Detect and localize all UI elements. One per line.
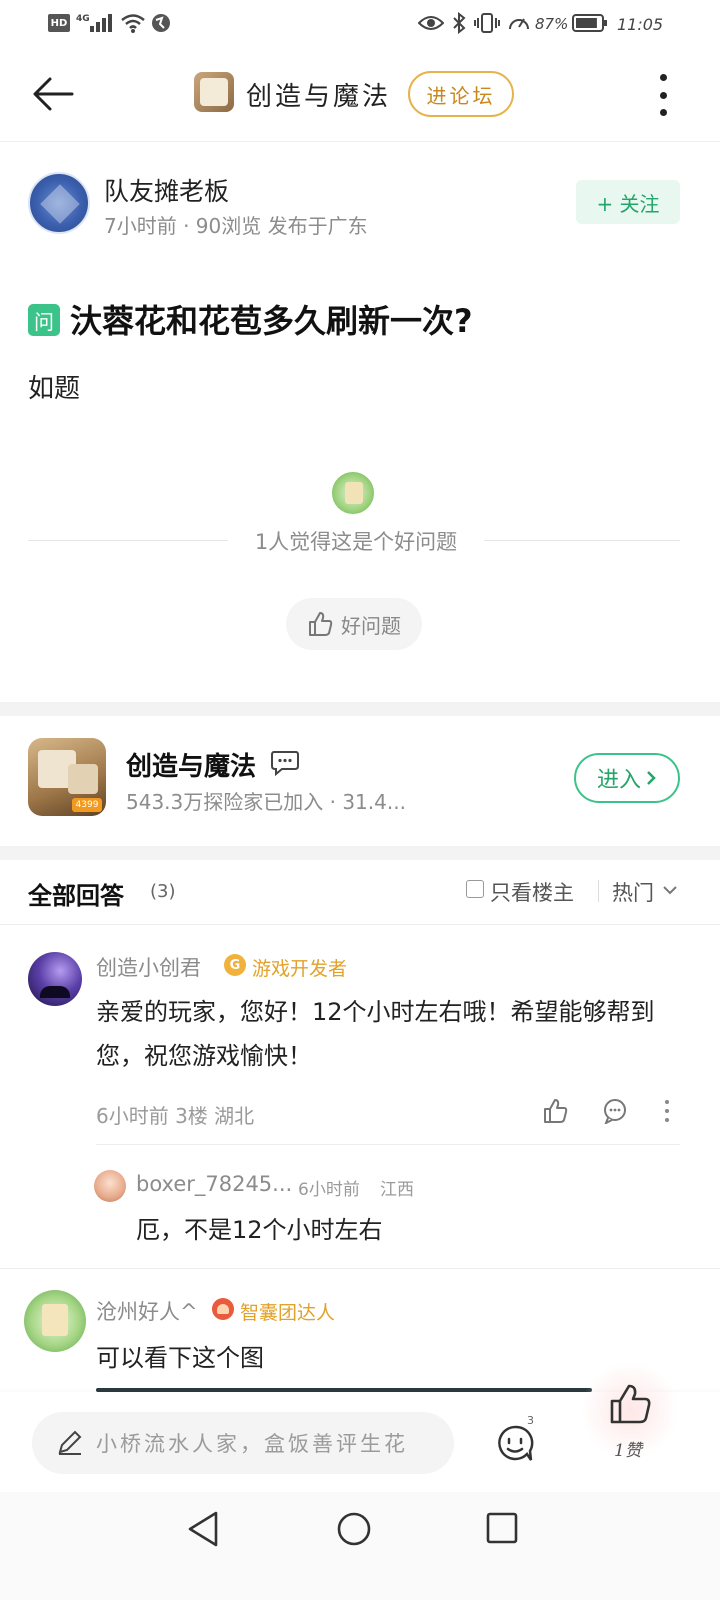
answer-text: 可以看下这个图 — [96, 1344, 264, 1372]
battery-percent: 87% — [535, 15, 569, 33]
thumbs-up-icon[interactable] — [608, 1382, 652, 1426]
question-tag: 问 — [28, 304, 60, 336]
comment-count: 3 — [527, 1414, 534, 1427]
back-arrow-icon[interactable] — [30, 74, 76, 114]
game-icon-badge: 4399 — [72, 798, 102, 812]
game-name[interactable]: 创造与魔法 — [126, 746, 256, 783]
system-back-icon[interactable] — [186, 1510, 220, 1548]
good-question-count: 1人觉得这是个好问题 — [254, 530, 458, 554]
good-question-button[interactable]: 好问题 — [286, 598, 422, 650]
question-title: 汏蓉花和花苞多久刷新一次? — [70, 302, 473, 340]
globe-icon — [152, 14, 170, 32]
hd-icon: HD — [48, 14, 70, 32]
pen-icon — [58, 1430, 82, 1455]
system-nav-bar — [0, 1492, 720, 1600]
comment-icon[interactable] — [602, 1098, 628, 1124]
game-icon[interactable]: 4399 — [28, 738, 106, 816]
answer-avatar[interactable] — [24, 1290, 86, 1352]
section-divider — [0, 846, 720, 860]
divider-line — [28, 540, 228, 541]
battery-icon — [572, 14, 607, 32]
good-question-label: 好问题 — [341, 613, 401, 638]
chat-bubble-icon[interactable] — [270, 748, 300, 776]
more-options-icon[interactable] — [664, 1100, 670, 1122]
chevron-down-icon[interactable] — [662, 884, 678, 896]
comment-input-placeholder: 小桥流水人家，盒饭善评生花 — [96, 1432, 408, 1456]
page-title: 创造与魔法 — [246, 82, 392, 112]
answer-author-name[interactable]: 创造小创君 — [96, 952, 201, 982]
developer-badge-label: 游戏开发者 — [252, 958, 348, 980]
game-thumbnail[interactable] — [194, 72, 234, 112]
status-bar: HD 4G 87% 11:05 — [0, 0, 720, 50]
system-recent-apps-icon[interactable] — [486, 1512, 518, 1544]
game-subtitle: 543.3万探险家已加入 · 31.4... — [126, 790, 406, 814]
svg-text:4G: 4G — [76, 14, 90, 24]
more-menu-icon[interactable] — [656, 74, 670, 116]
sort-dropdown[interactable]: 热门 — [612, 877, 654, 907]
divider-line — [0, 924, 720, 925]
reply-author-name[interactable]: boxer_78245... — [136, 1172, 292, 1196]
think-tank-badge-label: 智囊团达人 — [240, 1302, 336, 1324]
answer-meta: 6小时前 3楼 湖北 — [96, 1104, 255, 1128]
chevron-right-icon — [647, 771, 656, 785]
comment-input[interactable]: 小桥流水人家，盒饭善评生花 — [32, 1412, 454, 1474]
speedometer-icon — [509, 18, 529, 30]
reply-text: 厄，不是12个小时左右 — [136, 1216, 383, 1244]
vertical-separator — [598, 880, 599, 902]
author-name[interactable]: 队友摊老板 — [104, 172, 229, 208]
vibrate-icon — [474, 13, 500, 33]
answer-author-name[interactable]: 沧州好人^ — [96, 1296, 198, 1326]
enter-game-button[interactable]: 进入 — [574, 753, 680, 803]
signal-icon: 4G — [76, 14, 112, 32]
liker-avatar[interactable] — [330, 470, 376, 516]
follow-button[interactable]: + 关注 — [576, 180, 680, 224]
enter-game-label: 进入 — [596, 768, 641, 793]
divider-line — [96, 1144, 680, 1145]
author-avatar[interactable] — [28, 172, 90, 234]
op-only-label[interactable]: 只看楼主 — [490, 877, 574, 907]
comment-count-icon[interactable] — [494, 1422, 536, 1464]
system-home-icon[interactable] — [336, 1511, 372, 1547]
divider-line — [0, 1268, 720, 1269]
wifi-icon — [121, 14, 145, 33]
author-meta: 7小时前 · 90浏览 发布于广东 — [104, 214, 368, 238]
answer-text: 亲爱的玩家，您好！12个小时左右哦！希望能够帮到您，祝您游戏愉快！ — [96, 998, 655, 1070]
thumbs-up-icon[interactable] — [542, 1098, 568, 1124]
clock: 11:05 — [617, 15, 664, 34]
eye-icon — [418, 16, 444, 30]
question-body: 如题 — [28, 374, 81, 404]
reply-location: 江西 — [380, 1180, 414, 1200]
bluetooth-icon — [453, 12, 466, 34]
section-divider — [0, 702, 720, 716]
answers-count: (3) — [150, 881, 176, 902]
reply-avatar[interactable] — [94, 1170, 126, 1202]
divider-line — [484, 540, 680, 541]
top-nav-bar: 创造与魔法 进论坛 — [0, 50, 720, 142]
bottom-action-bar: 小桥流水人家，盒饭善评生花 3 1赞 — [0, 1362, 720, 1492]
thumbs-up-icon — [309, 612, 333, 636]
enter-forum-button[interactable]: 进论坛 — [408, 71, 514, 117]
answers-title: 全部回答 — [28, 882, 124, 910]
like-count: 1赞 — [614, 1441, 642, 1461]
reply-time: 6小时前 — [298, 1180, 360, 1200]
op-only-checkbox[interactable] — [466, 880, 484, 898]
think-tank-badge-icon — [212, 1298, 234, 1320]
developer-badge-icon: G — [224, 954, 246, 976]
answer-avatar[interactable] — [28, 952, 82, 1006]
